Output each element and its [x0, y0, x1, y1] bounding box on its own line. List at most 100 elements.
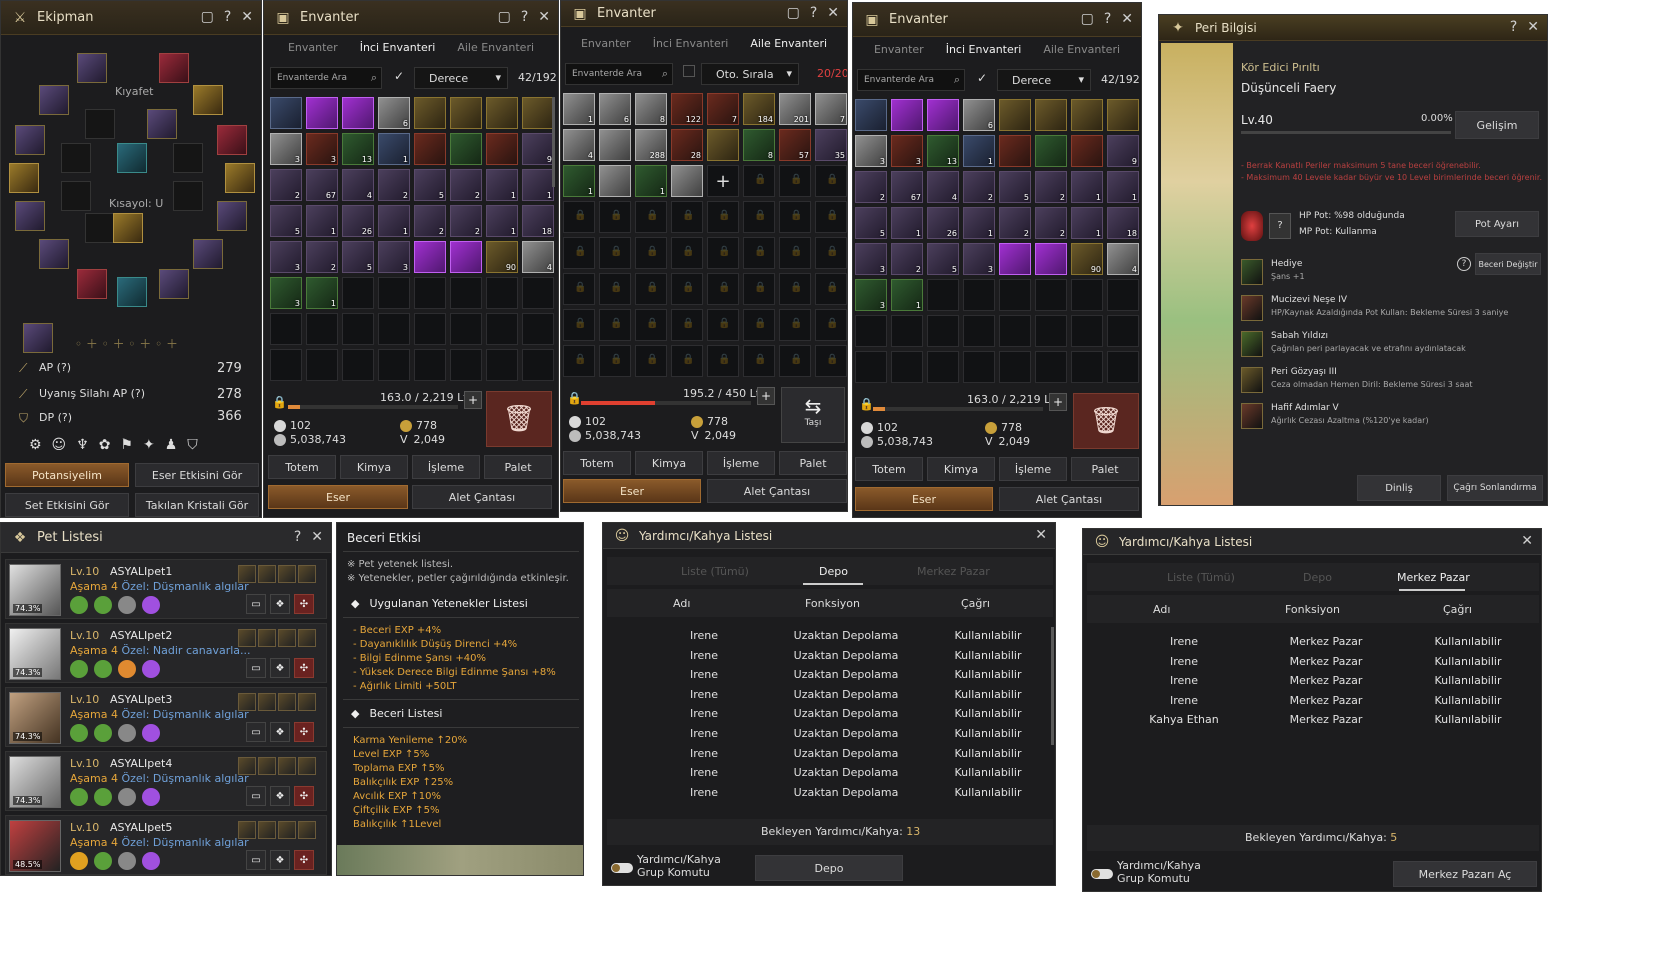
fairy-skill-icon[interactable]	[1241, 331, 1263, 357]
empty-slot[interactable]	[378, 349, 410, 381]
totem-button[interactable]: Totem	[563, 451, 631, 475]
equip-slot[interactable]	[113, 213, 143, 243]
inventory-item-slot[interactable]: 1	[1071, 207, 1103, 239]
eser-button[interactable]: Eser	[268, 485, 408, 509]
empty-slot[interactable]	[999, 315, 1031, 347]
locked-slot[interactable]	[743, 345, 775, 377]
sort-checkbox[interactable]: ✓	[977, 71, 987, 85]
peri-titlebar[interactable]: ✦ Peri Bilgisi ? ✕	[1159, 15, 1547, 41]
tab-inci-envanteri[interactable]: İnci Envanteri	[360, 41, 436, 63]
inventory-item-slot[interactable]	[1035, 243, 1067, 275]
empty-slot[interactable]	[963, 279, 995, 311]
inventory-item-slot[interactable]	[450, 241, 482, 273]
empty-slot[interactable]	[1107, 351, 1139, 383]
pet-row[interactable]: 74.3% Lv.10 ASYALIpet2 Aşama 4 Özel: Nad…	[5, 623, 327, 683]
tab-liste-tumu[interactable]: Liste (Tümü)	[681, 565, 749, 578]
locked-slot[interactable]	[671, 273, 703, 305]
inventory-scrollbar[interactable]	[552, 97, 555, 187]
locked-slot[interactable]	[563, 237, 595, 269]
lock-icon[interactable]: 🔒	[859, 397, 874, 411]
inventory-item-slot[interactable]: 6	[378, 97, 410, 129]
tab-depo[interactable]: Depo	[819, 565, 848, 578]
kimya-button[interactable]: Kimya	[635, 451, 703, 475]
pet-paw-button[interactable]: ❖	[270, 850, 290, 870]
empty-slot[interactable]	[999, 279, 1031, 311]
close-icon[interactable]: ✕	[241, 9, 253, 25]
empty-slot[interactable]	[450, 313, 482, 345]
expand-weight-button[interactable]: +	[757, 387, 775, 405]
inventory-item-slot[interactable]: 3	[855, 279, 887, 311]
tab-envanter[interactable]: Envanter	[874, 43, 924, 65]
empty-slot[interactable]	[1107, 279, 1139, 311]
empty-slot[interactable]	[522, 313, 554, 345]
empty-slot[interactable]	[486, 349, 518, 381]
locked-slot[interactable]	[599, 345, 631, 377]
group-command-toggle[interactable]	[1091, 869, 1113, 879]
inventory-item-slot[interactable]: 26	[927, 207, 959, 239]
locked-slot[interactable]	[563, 345, 595, 377]
inventory-item-slot[interactable]	[927, 99, 959, 131]
tab-aile-envanteri[interactable]: Aile Envanteri	[1043, 43, 1120, 65]
inventory-item-slot[interactable]: 1	[306, 205, 338, 237]
tab-merkez-pazar[interactable]: Merkez Pazar	[917, 565, 990, 578]
locked-slot[interactable]	[815, 273, 847, 305]
search-icon[interactable]: ⌕	[662, 67, 668, 81]
inventory-item-slot[interactable]: 1	[963, 135, 995, 167]
pet-feed-button[interactable]: ▭	[246, 786, 266, 806]
inventory-item-slot[interactable]: 288	[635, 129, 667, 161]
empty-slot[interactable]	[1035, 315, 1067, 347]
pet-release-button[interactable]: ✣	[294, 850, 314, 870]
sort-dropdown[interactable]: Derece ▾	[997, 69, 1091, 91]
equip-slot[interactable]	[39, 85, 69, 115]
inventory-item-slot[interactable]	[891, 99, 923, 131]
inventory-item-slot[interactable]: 5	[927, 243, 959, 275]
empty-slot[interactable]	[1035, 351, 1067, 383]
empty-slot[interactable]	[450, 349, 482, 381]
inventory-item-slot[interactable]: 1	[891, 207, 923, 239]
empty-slot[interactable]	[927, 315, 959, 347]
inventory-item-slot[interactable]: 90	[1071, 243, 1103, 275]
empty-slot[interactable]	[522, 277, 554, 309]
locked-slot[interactable]	[635, 309, 667, 341]
cagri-sonlandirma-button[interactable]: Çağrı Sonlandırma	[1447, 475, 1543, 501]
inventory-item-slot[interactable]	[342, 97, 374, 129]
inventory-item-slot[interactable]: 122	[671, 93, 703, 125]
close-icon[interactable]: ✕	[1121, 11, 1133, 27]
inventory-item-slot[interactable]: 18	[522, 205, 554, 237]
help-circle-icon[interactable]: ?	[1457, 257, 1471, 271]
empty-slot[interactable]	[270, 313, 302, 345]
inventory-item-slot[interactable]: 2	[1035, 207, 1067, 239]
inventory-item-slot[interactable]: 1	[635, 165, 667, 197]
equip-slot[interactable]	[117, 143, 147, 173]
inventory-item-slot[interactable]: 5	[999, 171, 1031, 203]
close-icon[interactable]: ✕	[1527, 19, 1539, 35]
inventory-item-slot[interactable]: 8	[635, 93, 667, 125]
isleme-button[interactable]: İşleme	[412, 455, 480, 479]
inventory-item-slot[interactable]: 35	[815, 129, 847, 161]
locked-slot[interactable]	[707, 273, 739, 305]
empty-slot[interactable]	[486, 277, 518, 309]
sort-checkbox[interactable]	[683, 65, 695, 77]
inventory-item-slot[interactable]: 13	[927, 135, 959, 167]
envanter-titlebar[interactable]: ▣ Envanter ▢? ✕	[853, 3, 1141, 37]
equip-slot[interactable]	[23, 323, 53, 353]
equip-slot[interactable]	[217, 125, 247, 155]
locked-slot[interactable]	[707, 309, 739, 341]
help-icon[interactable]: ?	[521, 9, 528, 25]
inventory-item-slot[interactable]: 1	[563, 165, 595, 197]
inventory-item-slot[interactable]: 4	[342, 169, 374, 201]
pet-feed-button[interactable]: ▭	[246, 850, 266, 870]
inventory-item-slot[interactable]: 2	[450, 169, 482, 201]
locked-slot[interactable]	[779, 201, 811, 233]
locked-slot[interactable]	[563, 201, 595, 233]
locked-slot[interactable]	[779, 309, 811, 341]
envanter-titlebar[interactable]: ▣ Envanter ▢? ✕	[264, 1, 558, 35]
help-icon[interactable]: ?	[294, 529, 301, 545]
inventory-item-slot[interactable]	[306, 97, 338, 129]
sort-dropdown[interactable]: Derece ▾	[414, 67, 508, 89]
depo-action-button[interactable]: Depo	[755, 855, 903, 881]
inventory-item-slot[interactable]	[855, 99, 887, 131]
pet-feed-button[interactable]: ▭	[246, 658, 266, 678]
tab-merkez-pazar[interactable]: Merkez Pazar	[1397, 571, 1470, 584]
inventory-item-slot[interactable]: 2	[450, 205, 482, 237]
